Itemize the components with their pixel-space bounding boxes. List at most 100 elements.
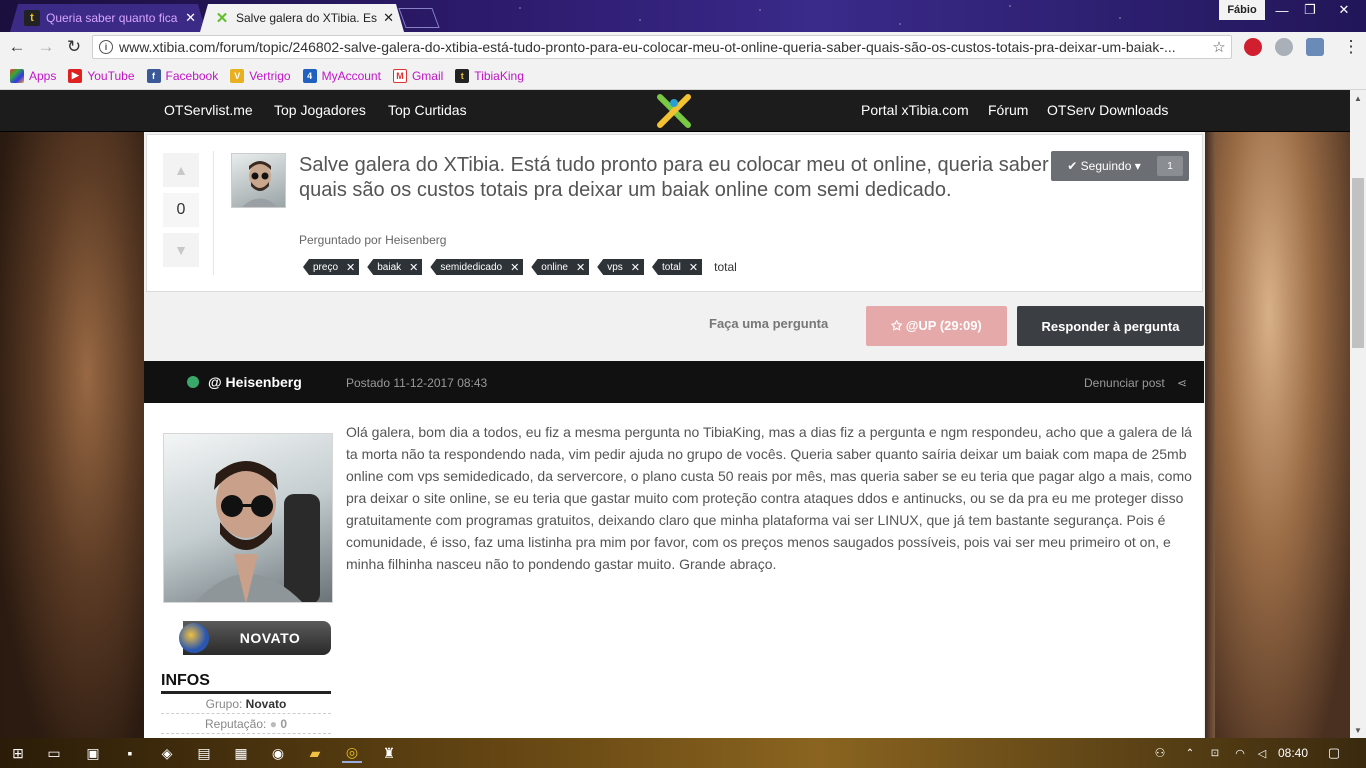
reload-icon[interactable]: ↻ [63,36,85,58]
minimize-icon[interactable]: — [1268,0,1296,20]
forward-icon[interactable]: → [35,36,57,58]
tag-vps[interactable]: vps ✕ [597,259,644,275]
tibiaking-icon: t [455,68,470,83]
notifications-icon[interactable]: ▢ [1324,743,1344,763]
extension-cloud-icon[interactable] [1275,38,1293,56]
bookmark-youtube[interactable]: ▶ YouTube [68,68,135,83]
nav-otserv-downloads[interactable]: OTServ Downloads [1047,102,1168,118]
tab-xtibia[interactable]: ✕ Salve galera do XTibia. Es ✕ [200,4,404,32]
bookmark-star-icon[interactable]: ☆ [1207,38,1231,56]
bookmark-label: Vertrigo [249,68,291,83]
info-value: Novato [245,697,287,711]
tag-online[interactable]: online ✕ [531,259,590,275]
profile-button[interactable]: Fábio [1219,0,1265,20]
online-status-icon [187,376,199,388]
xtibia-logo-icon[interactable] [656,93,692,129]
cmd-icon[interactable]: ▪ [120,743,140,763]
taskbar-app-icon[interactable]: ♜ [379,743,399,763]
scroll-down-icon[interactable]: ▼ [1350,722,1366,738]
nav-top-curtidas[interactable]: Top Curtidas [388,102,467,118]
extension-puzzle-icon[interactable] [1306,38,1324,56]
remove-tag-icon[interactable]: ✕ [576,261,585,274]
post-author[interactable]: @ Heisenberg [208,374,302,390]
taskbar-app-icon[interactable]: ◈ [157,743,177,763]
folder-icon[interactable]: ▰ [305,743,325,763]
windows-start-icon[interactable]: ⊞ [8,743,28,763]
extension-red-icon[interactable] [1244,38,1262,56]
bookmark-myaccount[interactable]: 4 MyAccount [302,68,381,83]
close-window-icon[interactable]: ✕ [1324,0,1364,20]
nav-otservlist[interactable]: OTServlist.me [164,102,253,118]
taskbar-app-icon[interactable]: ▣ [83,743,103,763]
bookmark-vertrigo[interactable]: V Vertrigo [230,68,291,83]
author-avatar[interactable] [163,433,333,603]
main-content: ▲ 0 ▼ Salve galera do XTibia. Está tudo … [144,132,1205,738]
chrome-icon[interactable]: ◎ [342,743,362,763]
info-label: Reputação: [204,717,267,731]
follow-button[interactable]: ✔ Seguindo ▾ 1 [1051,151,1189,181]
site-info-icon[interactable]: i [99,40,113,54]
share-icon[interactable]: ⋖ [1177,376,1187,390]
new-tab-button[interactable] [398,8,440,28]
up-button[interactable]: ✩ @UP (29:09) [866,306,1007,346]
remove-tag-icon[interactable]: ✕ [510,261,519,274]
restore-icon[interactable]: ❐ [1296,0,1324,20]
url-text[interactable]: www.xtibia.com/forum/topic/246802-salve-… [119,39,1207,55]
remove-tag-icon[interactable]: ✕ [631,261,640,274]
back-icon[interactable]: ← [6,36,28,58]
tag-label: semidedicado [440,261,503,273]
answer-question-button[interactable]: Responder à pergunta [1017,306,1204,346]
bookmark-label: MyAccount [321,68,381,83]
tag-semidedicado[interactable]: semidedicado ✕ [430,259,524,275]
ask-question-link[interactable]: Faça uma pergunta [709,316,828,331]
rank-badge: NOVATO [179,621,331,655]
tag-input-text[interactable]: total [714,260,737,274]
remove-tag-icon[interactable]: ✕ [689,261,698,274]
nav-top-jogadores[interactable]: Top Jogadores [274,102,366,118]
taskbar-clock[interactable]: 08:40 [1278,746,1308,760]
people-icon[interactable]: ⚇ [1150,743,1170,763]
asker-avatar[interactable] [231,153,286,208]
tag-total[interactable]: total ✕ [652,259,703,275]
bookmark-label: Facebook [165,68,219,83]
wifi-icon[interactable]: ◠ [1230,743,1250,763]
remove-tag-icon[interactable]: ✕ [346,261,355,274]
scroll-up-icon[interactable]: ▲ [1350,90,1366,106]
tag-baiak[interactable]: baiak ✕ [367,259,423,275]
nav-portal-xtibia[interactable]: Portal xTibia.com [861,102,969,118]
bookmark-gmail[interactable]: M Gmail [392,68,443,83]
tray-chevron-icon[interactable]: ⌃ [1180,743,1200,763]
gmail-icon: M [392,68,407,83]
post-header: @ Heisenberg Postado 11-12-2017 08:43 De… [144,361,1204,403]
tag-label: baiak [377,261,402,273]
bookmark-apps[interactable]: Apps [10,68,56,83]
nav-forum[interactable]: Fórum [988,102,1028,118]
tag-preco[interactable]: preço ✕ [303,259,360,275]
computer-icon[interactable]: ▤ [194,743,214,763]
volume-icon[interactable]: ◁ [1252,743,1272,763]
task-view-icon[interactable]: ▭ [44,743,64,763]
question-title: Salve galera do XTibia. Está tudo pronto… [299,154,1049,201]
scrollbar-thumb[interactable] [1352,178,1364,348]
bookmark-facebook[interactable]: f Facebook [146,68,219,83]
menu-icon[interactable]: ⋮ [1340,36,1362,58]
info-reputacao: Reputação: ● 0 [161,714,331,734]
address-bar[interactable]: i www.xtibia.com/forum/topic/246802-salv… [92,35,1232,59]
page-scrollbar[interactable]: ▲ ▼ [1350,90,1366,738]
info-grupo: Grupo: Novato [161,694,331,714]
bookmark-tibiaking[interactable]: t TibiaKing [455,68,524,83]
network-icon[interactable]: ⊡ [1205,743,1225,763]
tab-tibiaking[interactable]: t Queria saber quanto fica ✕ [10,4,206,32]
remove-tag-icon[interactable]: ✕ [409,261,418,274]
avatar-portrait-icon [242,161,278,207]
reputation-dot-icon: ● [269,717,277,731]
taskbar-app-icon[interactable]: ▦ [231,743,251,763]
asked-by[interactable]: Perguntado por Heisenberg [299,233,446,247]
report-post-link[interactable]: Denunciar post [1084,376,1165,390]
close-tab-icon[interactable]: ✕ [383,10,394,26]
close-tab-icon[interactable]: ✕ [185,10,196,26]
tab-title: Queria saber quanto fica [46,11,178,25]
downvote-icon[interactable]: ▼ [163,233,199,267]
taskbar-app-icon[interactable]: ◉ [268,743,288,763]
upvote-icon[interactable]: ▲ [163,153,199,187]
